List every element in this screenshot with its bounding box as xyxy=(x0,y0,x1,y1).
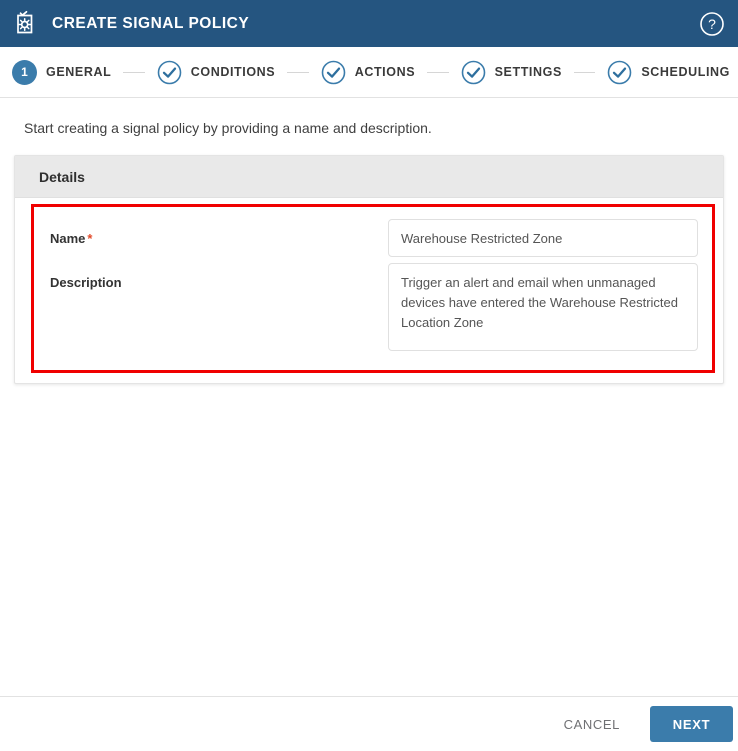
form-row-name: Name * xyxy=(42,219,698,257)
step-conditions[interactable]: CONDITIONS xyxy=(157,60,275,85)
step-connector xyxy=(573,71,596,73)
main-content: Start creating a signal policy by provid… xyxy=(0,98,738,696)
step-scheduling[interactable]: SCHEDULING xyxy=(607,60,730,85)
step-label-settings: SETTINGS xyxy=(494,65,562,79)
name-field-wrap xyxy=(388,219,698,257)
step-marker-current: 1 xyxy=(12,59,37,85)
details-panel-header: Details xyxy=(15,156,723,198)
next-button[interactable]: NEXT xyxy=(650,706,733,742)
name-label-text: Name xyxy=(50,231,86,246)
step-connector xyxy=(123,71,145,73)
create-signal-policy-wizard: CREATE SIGNAL POLICY ? 1 GENERAL CONDITI… xyxy=(0,0,738,751)
step-label-actions: ACTIONS xyxy=(354,65,416,79)
app-header: CREATE SIGNAL POLICY ? xyxy=(0,0,738,47)
cancel-button[interactable]: CANCEL xyxy=(548,707,636,742)
required-asterisk: * xyxy=(87,231,93,246)
step-label-conditions: CONDITIONS xyxy=(190,65,276,79)
step-connector xyxy=(427,71,449,73)
description-textarea[interactable] xyxy=(388,263,698,351)
check-icon xyxy=(607,60,632,85)
signal-policy-icon xyxy=(10,9,40,39)
check-icon xyxy=(157,60,182,85)
step-label-general: GENERAL xyxy=(46,65,112,79)
details-panel-title: Details xyxy=(39,168,85,185)
check-icon xyxy=(461,60,486,85)
step-actions[interactable]: ACTIONS xyxy=(321,60,415,85)
step-label-scheduling: SCHEDULING xyxy=(641,65,730,79)
description-label-text: Description xyxy=(50,275,122,290)
intro-text: Start creating a signal policy by provid… xyxy=(24,120,432,136)
step-settings[interactable]: SETTINGS xyxy=(461,60,562,85)
description-field-wrap xyxy=(388,263,698,356)
help-circle-icon[interactable]: ? xyxy=(698,10,726,38)
step-general[interactable]: 1 GENERAL xyxy=(12,59,112,85)
check-icon xyxy=(321,60,346,85)
form-row-description: Description xyxy=(42,263,698,356)
wizard-footer: CANCEL NEXT xyxy=(0,696,738,751)
name-label: Name * xyxy=(42,219,388,246)
details-panel: Details Name* Description xyxy=(14,155,724,384)
wizard-stepper: 1 GENERAL CONDITIONS ACTIONS SETTINGS SC… xyxy=(0,47,738,98)
svg-text:?: ? xyxy=(708,16,716,32)
page-title: CREATE SIGNAL POLICY xyxy=(52,14,250,32)
name-input[interactable] xyxy=(388,219,698,257)
description-label: Description xyxy=(42,263,388,290)
highlighted-form-region: Name* Description xyxy=(31,204,715,373)
step-connector xyxy=(287,71,309,73)
